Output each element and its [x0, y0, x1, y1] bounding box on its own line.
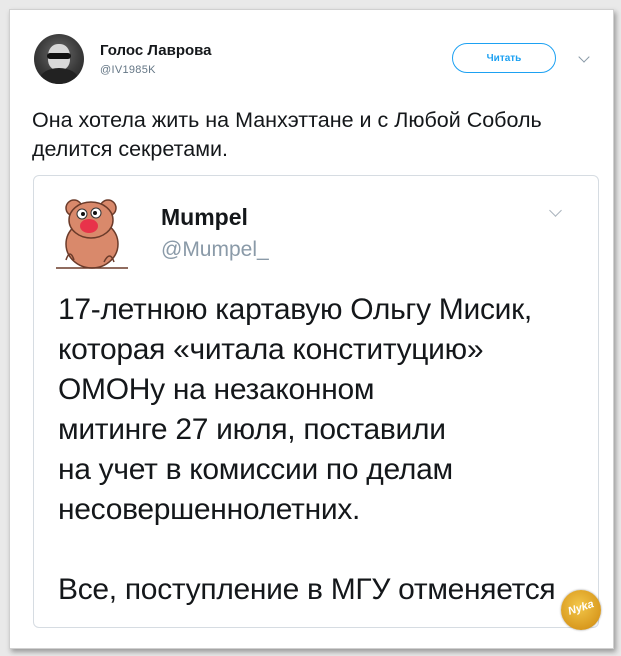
tweet-text: Она хотела жить на Манхэттане и с Любой …: [32, 108, 542, 161]
site-watermark-logo: Nyka: [561, 590, 601, 630]
author-avatar[interactable]: [34, 34, 84, 84]
quoted-line: на учет в комиссии по делам: [58, 453, 453, 486]
quoted-line: ОМОНу на незаконном: [58, 373, 375, 406]
quoted-author-handle[interactable]: @Mumpel_: [161, 238, 269, 262]
quoted-tweet[interactable]: Mumpel @Mumpel_ 17-летнюю картавую Ольгу…: [33, 175, 599, 628]
quoted-line: 17-летнюю картавую Ольгу Мисик,: [58, 293, 532, 326]
author-handle[interactable]: @IV1985K: [100, 64, 156, 76]
tweet-card: Голос Лаврова @IV1985K Читать Она хотела…: [9, 9, 614, 649]
follow-button[interactable]: Читать: [452, 43, 556, 73]
chevron-down-icon[interactable]: [578, 51, 590, 63]
author-name[interactable]: Голос Лаврова: [100, 42, 212, 59]
cartoon-bear-avatar[interactable]: [52, 190, 132, 270]
quoted-author-name[interactable]: Mumpel: [161, 204, 248, 231]
chevron-down-icon[interactable]: [549, 204, 562, 217]
quoted-line: несовершеннолетних.: [58, 493, 361, 526]
quoted-last-line: Все, поступление в МГУ отменяется: [58, 573, 556, 606]
quoted-line: митинге 27 июля, поставили: [58, 413, 446, 446]
quoted-tweet-text: 17-летнюю картавую Ольгу Мисик, которая …: [58, 290, 578, 610]
quoted-line: которая «читала конституцию»: [58, 333, 484, 366]
